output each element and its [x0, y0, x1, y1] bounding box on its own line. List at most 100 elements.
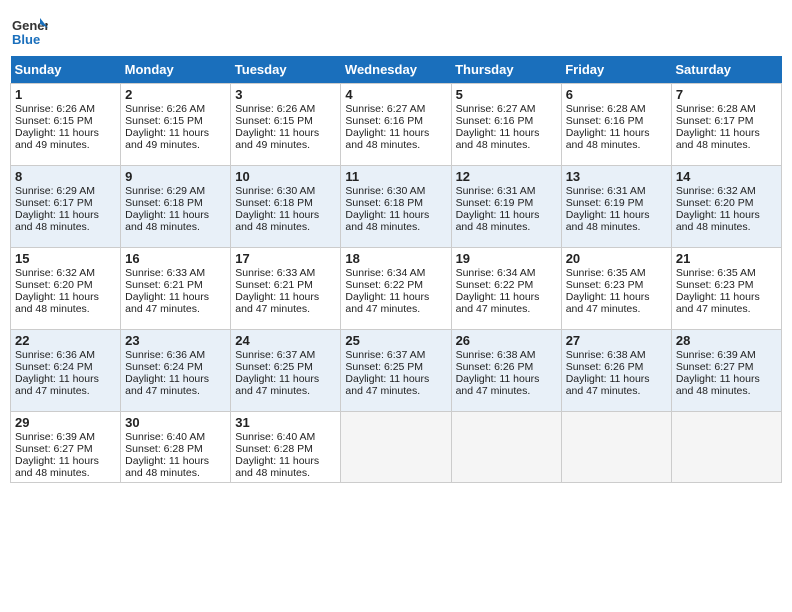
sunrise-text: Sunrise: 6:27 AM — [456, 103, 536, 115]
sunrise-text: Sunrise: 6:39 AM — [676, 349, 756, 361]
calendar-cell — [341, 412, 451, 483]
svg-text:Blue: Blue — [12, 32, 40, 47]
day-number: 15 — [15, 251, 116, 266]
sunset-text: Sunset: 6:20 PM — [15, 279, 93, 291]
calendar-cell: 14Sunrise: 6:32 AMSunset: 6:20 PMDayligh… — [671, 166, 781, 248]
daylight-text: Daylight: 11 hours and 47 minutes. — [676, 291, 760, 315]
day-number: 27 — [566, 333, 667, 348]
sunset-text: Sunset: 6:18 PM — [345, 197, 423, 209]
daylight-text: Daylight: 11 hours and 48 minutes. — [676, 127, 760, 151]
sunset-text: Sunset: 6:25 PM — [235, 361, 313, 373]
day-number: 8 — [15, 169, 116, 184]
daylight-text: Daylight: 11 hours and 48 minutes. — [456, 127, 540, 151]
sunrise-text: Sunrise: 6:40 AM — [125, 431, 205, 443]
day-number: 20 — [566, 251, 667, 266]
daylight-text: Daylight: 11 hours and 47 minutes. — [235, 373, 319, 397]
sunrise-text: Sunrise: 6:28 AM — [676, 103, 756, 115]
calendar-cell: 25Sunrise: 6:37 AMSunset: 6:25 PMDayligh… — [341, 330, 451, 412]
calendar-cell: 10Sunrise: 6:30 AMSunset: 6:18 PMDayligh… — [231, 166, 341, 248]
sunrise-text: Sunrise: 6:34 AM — [456, 267, 536, 279]
sunset-text: Sunset: 6:27 PM — [15, 443, 93, 455]
daylight-text: Daylight: 11 hours and 49 minutes. — [125, 127, 209, 151]
day-number: 4 — [345, 87, 446, 102]
calendar-cell: 31Sunrise: 6:40 AMSunset: 6:28 PMDayligh… — [231, 412, 341, 483]
calendar-cell: 30Sunrise: 6:40 AMSunset: 6:28 PMDayligh… — [121, 412, 231, 483]
calendar-cell: 19Sunrise: 6:34 AMSunset: 6:22 PMDayligh… — [451, 248, 561, 330]
daylight-text: Daylight: 11 hours and 48 minutes. — [566, 127, 650, 151]
sunrise-text: Sunrise: 6:35 AM — [676, 267, 756, 279]
sunset-text: Sunset: 6:17 PM — [15, 197, 93, 209]
calendar-cell: 26Sunrise: 6:38 AMSunset: 6:26 PMDayligh… — [451, 330, 561, 412]
logo-icon: General Blue — [10, 10, 48, 48]
day-number: 13 — [566, 169, 667, 184]
sunset-text: Sunset: 6:23 PM — [566, 279, 644, 291]
day-number: 9 — [125, 169, 226, 184]
sunrise-text: Sunrise: 6:31 AM — [456, 185, 536, 197]
daylight-text: Daylight: 11 hours and 47 minutes. — [15, 373, 99, 397]
calendar-cell — [451, 412, 561, 483]
sunrise-text: Sunrise: 6:33 AM — [125, 267, 205, 279]
sunset-text: Sunset: 6:26 PM — [456, 361, 534, 373]
daylight-text: Daylight: 11 hours and 47 minutes. — [125, 373, 209, 397]
weekday-header-sunday: Sunday — [11, 56, 121, 84]
day-number: 17 — [235, 251, 336, 266]
day-number: 7 — [676, 87, 777, 102]
daylight-text: Daylight: 11 hours and 48 minutes. — [566, 209, 650, 233]
calendar-cell: 8Sunrise: 6:29 AMSunset: 6:17 PMDaylight… — [11, 166, 121, 248]
daylight-text: Daylight: 11 hours and 48 minutes. — [235, 455, 319, 479]
day-number: 12 — [456, 169, 557, 184]
sunrise-text: Sunrise: 6:36 AM — [15, 349, 95, 361]
calendar-cell: 16Sunrise: 6:33 AMSunset: 6:21 PMDayligh… — [121, 248, 231, 330]
daylight-text: Daylight: 11 hours and 48 minutes. — [676, 209, 760, 233]
sunrise-text: Sunrise: 6:38 AM — [566, 349, 646, 361]
sunrise-text: Sunrise: 6:29 AM — [15, 185, 95, 197]
calendar-cell: 6Sunrise: 6:28 AMSunset: 6:16 PMDaylight… — [561, 84, 671, 166]
sunrise-text: Sunrise: 6:26 AM — [15, 103, 95, 115]
day-number: 23 — [125, 333, 226, 348]
daylight-text: Daylight: 11 hours and 47 minutes. — [345, 373, 429, 397]
day-number: 18 — [345, 251, 446, 266]
sunrise-text: Sunrise: 6:30 AM — [345, 185, 425, 197]
sunset-text: Sunset: 6:19 PM — [566, 197, 644, 209]
daylight-text: Daylight: 11 hours and 47 minutes. — [235, 291, 319, 315]
calendar-cell: 28Sunrise: 6:39 AMSunset: 6:27 PMDayligh… — [671, 330, 781, 412]
daylight-text: Daylight: 11 hours and 47 minutes. — [456, 373, 540, 397]
weekday-header-friday: Friday — [561, 56, 671, 84]
sunset-text: Sunset: 6:15 PM — [15, 115, 93, 127]
sunrise-text: Sunrise: 6:39 AM — [15, 431, 95, 443]
page-header: General Blue — [10, 10, 782, 48]
svg-text:General: General — [12, 18, 48, 33]
calendar-cell: 3Sunrise: 6:26 AMSunset: 6:15 PMDaylight… — [231, 84, 341, 166]
sunrise-text: Sunrise: 6:28 AM — [566, 103, 646, 115]
calendar-cell: 17Sunrise: 6:33 AMSunset: 6:21 PMDayligh… — [231, 248, 341, 330]
calendar-cell: 7Sunrise: 6:28 AMSunset: 6:17 PMDaylight… — [671, 84, 781, 166]
sunset-text: Sunset: 6:23 PM — [676, 279, 754, 291]
calendar-cell: 20Sunrise: 6:35 AMSunset: 6:23 PMDayligh… — [561, 248, 671, 330]
calendar-cell: 13Sunrise: 6:31 AMSunset: 6:19 PMDayligh… — [561, 166, 671, 248]
sunset-text: Sunset: 6:20 PM — [676, 197, 754, 209]
sunset-text: Sunset: 6:21 PM — [125, 279, 203, 291]
sunrise-text: Sunrise: 6:26 AM — [125, 103, 205, 115]
sunrise-text: Sunrise: 6:37 AM — [345, 349, 425, 361]
weekday-header-thursday: Thursday — [451, 56, 561, 84]
daylight-text: Daylight: 11 hours and 48 minutes. — [676, 373, 760, 397]
day-number: 22 — [15, 333, 116, 348]
daylight-text: Daylight: 11 hours and 48 minutes. — [456, 209, 540, 233]
sunset-text: Sunset: 6:24 PM — [125, 361, 203, 373]
sunset-text: Sunset: 6:15 PM — [125, 115, 203, 127]
day-number: 30 — [125, 415, 226, 430]
day-number: 28 — [676, 333, 777, 348]
calendar-cell: 2Sunrise: 6:26 AMSunset: 6:15 PMDaylight… — [121, 84, 231, 166]
calendar-cell: 23Sunrise: 6:36 AMSunset: 6:24 PMDayligh… — [121, 330, 231, 412]
day-number: 19 — [456, 251, 557, 266]
logo: General Blue — [10, 10, 52, 48]
sunrise-text: Sunrise: 6:32 AM — [676, 185, 756, 197]
sunrise-text: Sunrise: 6:33 AM — [235, 267, 315, 279]
sunrise-text: Sunrise: 6:40 AM — [235, 431, 315, 443]
sunset-text: Sunset: 6:16 PM — [456, 115, 534, 127]
calendar-cell: 15Sunrise: 6:32 AMSunset: 6:20 PMDayligh… — [11, 248, 121, 330]
daylight-text: Daylight: 11 hours and 48 minutes. — [15, 455, 99, 479]
day-number: 24 — [235, 333, 336, 348]
daylight-text: Daylight: 11 hours and 47 minutes. — [345, 291, 429, 315]
calendar-table: SundayMondayTuesdayWednesdayThursdayFrid… — [10, 56, 782, 483]
